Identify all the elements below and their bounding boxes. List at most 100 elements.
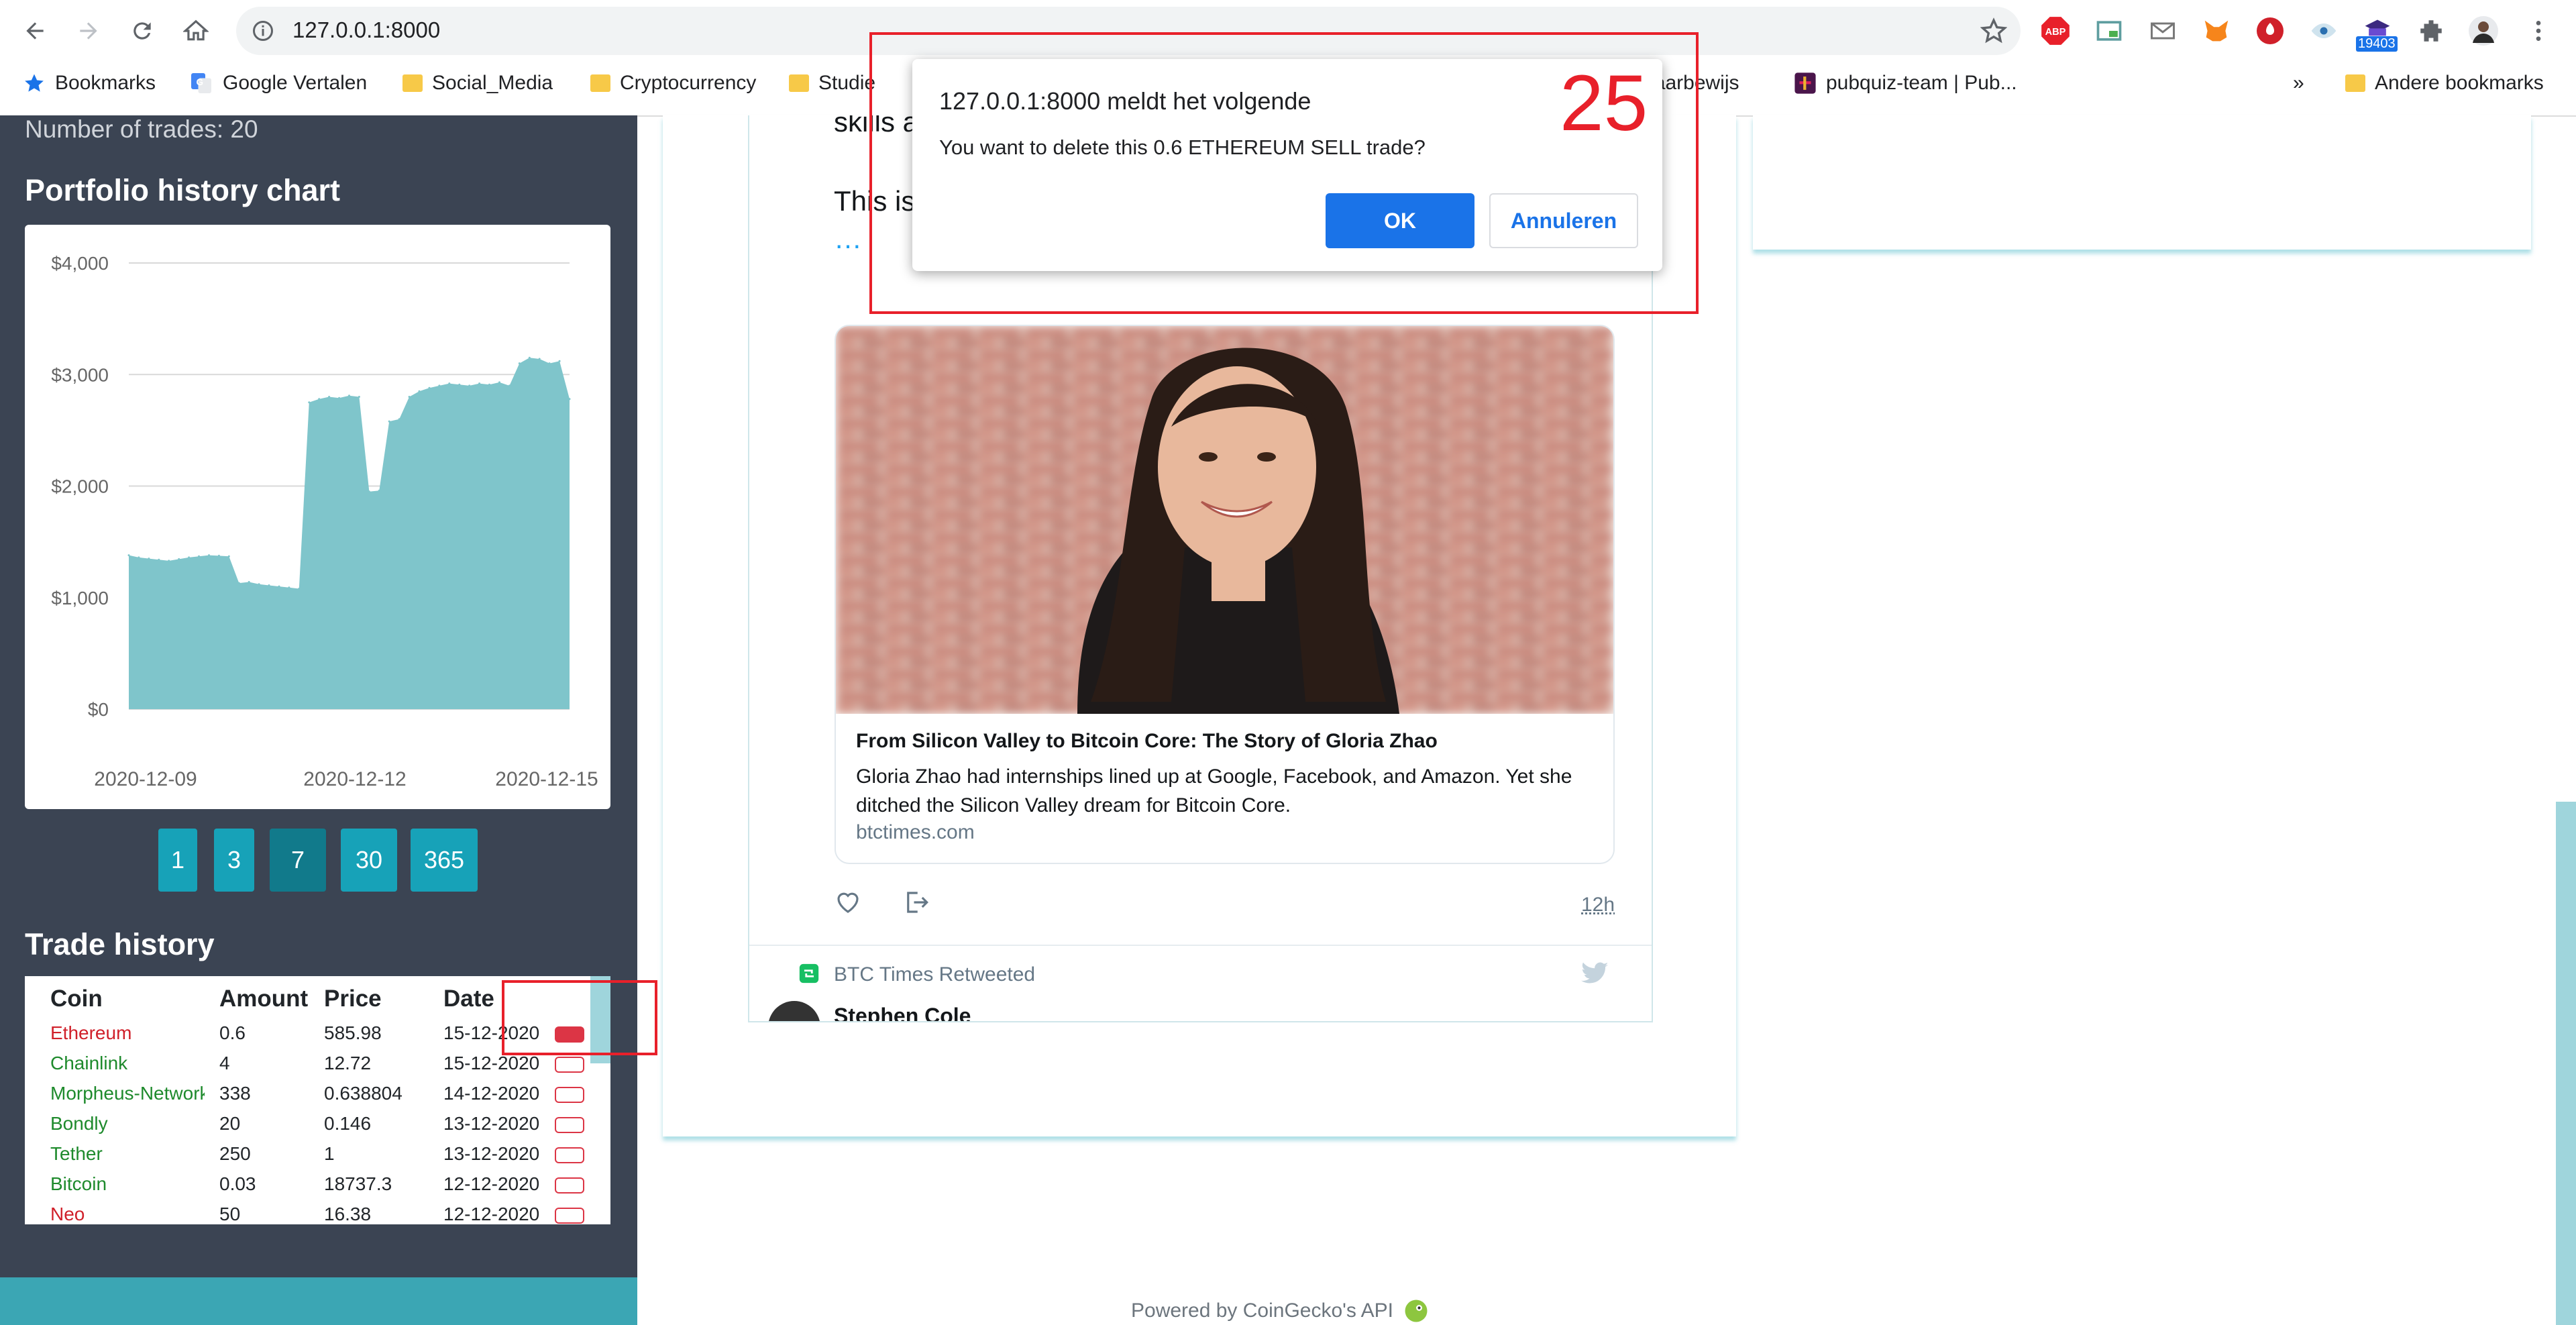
- range-button-365[interactable]: 365: [411, 829, 478, 892]
- delete-trade-button[interactable]: [555, 1117, 584, 1133]
- data-point[interactable]: [408, 396, 411, 398]
- bookmark-google-vertalen[interactable]: G Google Vertalen: [189, 67, 367, 99]
- data-point[interactable]: [308, 401, 311, 404]
- google-translate-icon: G: [191, 73, 211, 93]
- data-point[interactable]: [217, 554, 220, 557]
- data-point[interactable]: [508, 384, 511, 387]
- eye-icon[interactable]: [2306, 13, 2341, 48]
- bookmark-star-icon[interactable]: [1980, 17, 2007, 44]
- home-button[interactable]: [177, 12, 215, 50]
- data-point[interactable]: [568, 398, 571, 401]
- data-point[interactable]: [298, 588, 301, 590]
- twitter-bird-icon[interactable]: [1581, 962, 1609, 986]
- adblock-plus-icon[interactable]: ABP: [2038, 13, 2073, 48]
- reload-button[interactable]: [123, 12, 161, 50]
- data-point[interactable]: [237, 582, 240, 584]
- data-point[interactable]: [268, 584, 270, 586]
- data-point[interactable]: [338, 396, 341, 399]
- data-point[interactable]: [448, 382, 451, 385]
- data-point[interactable]: [198, 555, 200, 558]
- data-point[interactable]: [548, 362, 551, 365]
- menu-kebab-icon[interactable]: [2521, 13, 2556, 48]
- y-tick-label: $0: [88, 699, 109, 720]
- range-button-30[interactable]: 30: [341, 829, 397, 892]
- range-button-7[interactable]: 7: [270, 829, 326, 892]
- data-point[interactable]: [227, 555, 230, 558]
- data-point[interactable]: [208, 554, 210, 557]
- school-icon[interactable]: 19403: [2356, 13, 2398, 52]
- data-point[interactable]: [418, 390, 421, 392]
- delete-trade-button[interactable]: [555, 1147, 584, 1163]
- bookmark-cryptocurrency[interactable]: Cryptocurrency: [590, 67, 756, 99]
- data-point[interactable]: [478, 382, 481, 385]
- range-button-1[interactable]: 1: [158, 829, 197, 892]
- tweet-author-name[interactable]: Stephen Cole: [834, 1004, 971, 1021]
- data-point[interactable]: [468, 384, 471, 387]
- portfolio-history-chart: $0 $1,000 $2,000 $3,000 $4,000 2020-12-09 2020…: [51, 253, 598, 790]
- data-point[interactable]: [428, 386, 431, 389]
- range-button-3[interactable]: 3: [214, 829, 254, 892]
- info-icon[interactable]: [251, 19, 275, 43]
- bookmark-studie[interactable]: Studie: [789, 67, 875, 99]
- trade-price: 1: [324, 1143, 335, 1164]
- data-point[interactable]: [438, 384, 441, 387]
- delete-trade-button[interactable]: [555, 1208, 584, 1224]
- coingecko-logo-icon[interactable]: [1404, 1299, 1428, 1323]
- mail-icon[interactable]: [2145, 13, 2180, 48]
- tweet-link-card[interactable]: From Silicon Valley to Bitcoin Core: The…: [835, 325, 1615, 864]
- data-point[interactable]: [378, 489, 380, 492]
- data-point[interactable]: [528, 356, 531, 359]
- data-point[interactable]: [488, 383, 490, 386]
- data-point[interactable]: [248, 581, 250, 583]
- data-point[interactable]: [158, 558, 160, 561]
- tweet-divider: [749, 945, 1652, 946]
- profile-avatar[interactable]: [2466, 13, 2501, 48]
- bookmark-pubquiz[interactable]: pubquiz-team | Pub...: [1794, 67, 2017, 99]
- page-scrollbar[interactable]: [2556, 802, 2576, 1325]
- data-point[interactable]: [398, 418, 400, 421]
- tweet-ellipsis[interactable]: …: [834, 223, 862, 255]
- bookmark-social-media[interactable]: Social_Media: [402, 67, 553, 99]
- data-point[interactable]: [138, 556, 140, 559]
- data-point[interactable]: [288, 586, 290, 589]
- bookmarks-overflow[interactable]: »: [2293, 67, 2304, 99]
- like-heart-icon[interactable]: [834, 888, 862, 916]
- data-point[interactable]: [498, 381, 500, 384]
- bookmark-andere[interactable]: Andere bookmarks: [2345, 67, 2544, 99]
- data-point[interactable]: [278, 585, 280, 588]
- data-point[interactable]: [318, 398, 321, 401]
- data-point[interactable]: [358, 396, 360, 398]
- annotation-box-delete: [502, 980, 657, 1055]
- share-icon[interactable]: [902, 888, 930, 916]
- data-point[interactable]: [388, 420, 390, 423]
- data-point[interactable]: [168, 560, 170, 562]
- delete-trade-button[interactable]: [555, 1177, 584, 1194]
- data-point[interactable]: [328, 396, 331, 398]
- trade-coin: Morpheus-Network: [50, 1083, 205, 1104]
- data-point[interactable]: [127, 554, 130, 557]
- data-point[interactable]: [178, 558, 180, 560]
- data-point[interactable]: [458, 383, 461, 386]
- data-point[interactable]: [538, 358, 541, 360]
- tweet-time[interactable]: 12h: [1581, 894, 1615, 916]
- data-point[interactable]: [558, 360, 561, 362]
- data-point[interactable]: [148, 558, 150, 560]
- metamask-icon[interactable]: [2199, 13, 2234, 48]
- y-tick-label: $2,000: [51, 476, 109, 497]
- delete-trade-button[interactable]: [555, 1087, 584, 1103]
- puzzle-icon[interactable]: [2414, 13, 2449, 48]
- url-text[interactable]: 127.0.0.1:8000: [292, 17, 440, 43]
- data-point[interactable]: [368, 490, 370, 493]
- red-extension-icon[interactable]: [2253, 13, 2288, 48]
- cast-icon[interactable]: [2092, 13, 2127, 48]
- bookmark-bookmarks[interactable]: Bookmarks: [23, 67, 156, 99]
- data-point[interactable]: [518, 362, 521, 365]
- back-button[interactable]: [16, 12, 54, 50]
- data-point[interactable]: [258, 583, 260, 586]
- data-point[interactable]: [188, 556, 191, 559]
- author-avatar[interactable]: [768, 1001, 820, 1021]
- data-point[interactable]: [348, 394, 350, 397]
- portfolio-area-series[interactable]: [129, 358, 570, 709]
- forward-button[interactable]: [70, 12, 107, 50]
- delete-trade-button[interactable]: [555, 1057, 584, 1073]
